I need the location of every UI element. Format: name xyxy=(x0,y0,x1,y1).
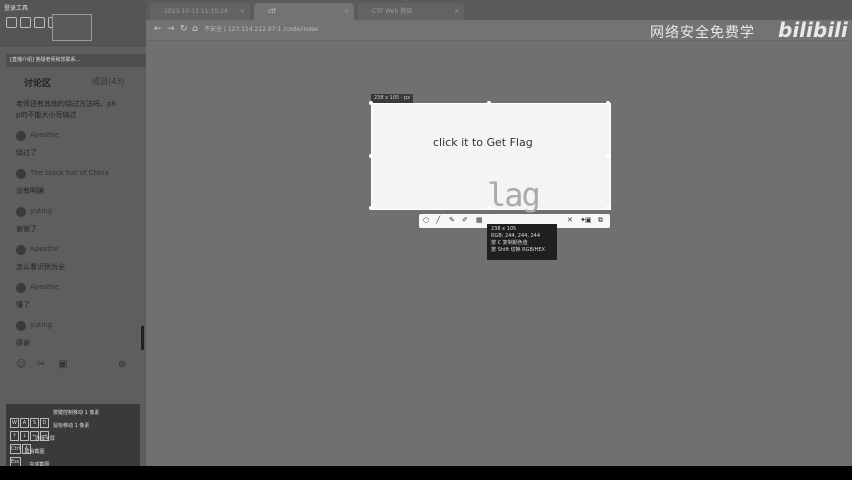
bg-dot: · · xyxy=(346,341,354,350)
tab-discussion[interactable]: 讨论区 xyxy=(24,76,51,89)
camera-icon[interactable] xyxy=(20,17,31,28)
resize-handle[interactable] xyxy=(369,206,373,210)
resize-handle[interactable] xyxy=(369,101,373,105)
line-tool-icon[interactable]: ╱ xyxy=(436,216,440,224)
avatar xyxy=(16,283,26,293)
chat-panel: 登录工具 [直播介绍] 答疑老师和您联系... 讨论区 成员(43) 老师还有其… xyxy=(0,0,147,466)
pen-tool-icon[interactable]: ✎ xyxy=(449,216,455,224)
notice-bar[interactable]: [直播介绍] 答疑老师和您联系... xyxy=(6,54,146,67)
bilibili-logo: bilibili xyxy=(778,18,848,42)
browser-tabbar: 2023-10-13 11:19:24 × ctf × CTF Web 题目 × xyxy=(146,0,852,20)
magnifier-panel: 238 x 105 RGB: 244, 244, 244 按 C 复制颜色值按 Sh… xyxy=(487,224,557,260)
captcha-text: lag xyxy=(487,176,541,214)
bg-dot: · · xyxy=(206,81,214,90)
get-flag-button[interactable]: click it to Get Flag xyxy=(433,136,533,149)
shortcut-help: W A S D按键控制移动 1 像素 ↑ ↓ ← →鼠标移动 1 像素 Ctrl A选择全屏 Esc… xyxy=(6,404,140,480)
shortcut-row: Esc取消截图 xyxy=(10,448,45,467)
magnifier-line: 按 Shift 切换 RGB/HEX xyxy=(491,247,545,253)
message-username: Apesthe xyxy=(30,131,59,139)
url-field[interactable]: 不安全 | 123.114.212.87:1 /code/index xyxy=(204,23,624,36)
shortcut-desc: 按键控制移动 1 像素 xyxy=(53,410,100,416)
shortcut-row: ↑ ↓ ← →鼠标移动 1 像素 xyxy=(10,422,90,441)
resize-handle[interactable] xyxy=(606,154,610,158)
shortcut-row: W A S D按键控制移动 1 像素 xyxy=(10,409,100,428)
avatar xyxy=(16,321,26,331)
resize-handle[interactable] xyxy=(606,101,610,105)
mosaic-tool-icon[interactable]: ▦ xyxy=(476,216,483,224)
reload-icon[interactable]: ↻ xyxy=(180,24,188,34)
resize-handle[interactable] xyxy=(369,154,373,158)
tab-close-icon[interactable]: × xyxy=(344,3,349,20)
close-icon[interactable]: ✕ xyxy=(567,216,573,224)
message-text: p的不能大小写绕过 xyxy=(16,111,77,119)
avatar xyxy=(16,131,26,141)
back-icon[interactable]: ← xyxy=(154,24,162,34)
shortcut-row: Ctrl A选择全屏 xyxy=(10,435,55,454)
avatar xyxy=(16,169,26,179)
shortcut-desc: 选择全屏 xyxy=(34,436,55,442)
marker-tool-icon[interactable]: ✐ xyxy=(462,216,468,224)
resize-handle[interactable] xyxy=(487,101,491,105)
message-username: yuting xyxy=(30,207,53,215)
bg-dot: · · xyxy=(566,71,574,80)
magnifier-line: RGB: 244, 244, 244 xyxy=(491,233,541,239)
bg-dot: · xyxy=(246,241,249,250)
image-icon[interactable]: ▣ xyxy=(58,359,67,370)
browser-tab[interactable]: 2023-10-13 11:19:24 × xyxy=(150,3,250,20)
avatar xyxy=(16,245,26,255)
circle-tool-icon[interactable]: ○ xyxy=(423,216,429,224)
message-username: The black hat of China xyxy=(30,169,109,177)
magnifier-line: 238 x 105 xyxy=(491,226,517,232)
bg-dot: · xyxy=(756,201,759,210)
browser-tab[interactable]: ctf × xyxy=(254,3,354,20)
resize-handle[interactable] xyxy=(606,206,610,210)
message-text: 没有明确 xyxy=(16,187,44,195)
screen: 登录工具 [直播介绍] 答疑老师和您联系... 讨论区 成员(43) 老师还有其… xyxy=(0,0,852,480)
tab-label: CTF Web 题目 xyxy=(372,8,413,15)
add-icon[interactable]: ⊕ xyxy=(118,359,126,370)
save-icon[interactable]: ▣ xyxy=(585,216,592,224)
tab-members[interactable]: 成员(43) xyxy=(92,76,124,87)
scrollbar-thumb[interactable] xyxy=(141,326,144,350)
selection-size-label: 238 x 105 · px xyxy=(371,94,414,103)
tab-label: ctf xyxy=(268,8,276,15)
panel-title: 登录工具 xyxy=(4,5,29,12)
message-text: 老师还有其他的绕过方法吗，ph xyxy=(16,100,116,108)
mic-icon[interactable] xyxy=(6,17,17,28)
copy-icon[interactable]: ⧉ xyxy=(598,216,603,225)
message-text: 怎么看识别为全 xyxy=(16,263,65,271)
tab-label: 2023-10-13 11:19:24 xyxy=(164,8,228,15)
browser-tab[interactable]: CTF Web 题目 × xyxy=(358,3,464,20)
message-text: 绕过了 xyxy=(16,149,37,157)
bg-dot: · · xyxy=(686,371,694,380)
message-text: 感谢 xyxy=(16,339,30,347)
magnifier-line: 按 C 复制颜色值 xyxy=(491,240,528,246)
panel-toolbar: 登录工具 xyxy=(0,0,146,46)
home-icon[interactable]: ⌂ xyxy=(192,24,198,34)
emoji-icon[interactable]: ☺ xyxy=(16,359,26,370)
message-username: yuting xyxy=(30,321,53,329)
shortcut-desc: 鼠标移动 1 像素 xyxy=(53,423,90,429)
bottom-strip xyxy=(0,466,852,480)
panel-tabs: 讨论区 成员(43) xyxy=(0,74,146,90)
tab-close-icon[interactable]: × xyxy=(454,3,459,20)
avatar xyxy=(16,207,26,217)
preview-window xyxy=(52,14,92,41)
scissors-icon[interactable]: ✂ xyxy=(37,359,45,370)
message-text: 懂了 xyxy=(16,301,30,309)
watermark-text: 网络安全免费学 xyxy=(650,25,755,41)
tab-close-icon[interactable]: × xyxy=(240,3,245,20)
screen-share-icon[interactable] xyxy=(34,17,45,28)
message-username: Apesthe xyxy=(30,245,59,253)
message-text: 谢谢了 xyxy=(16,225,37,233)
forward-icon[interactable]: → xyxy=(167,24,175,34)
message-username: Apesthe xyxy=(30,283,59,291)
shortcut-desc: 取消截图 xyxy=(24,449,45,455)
